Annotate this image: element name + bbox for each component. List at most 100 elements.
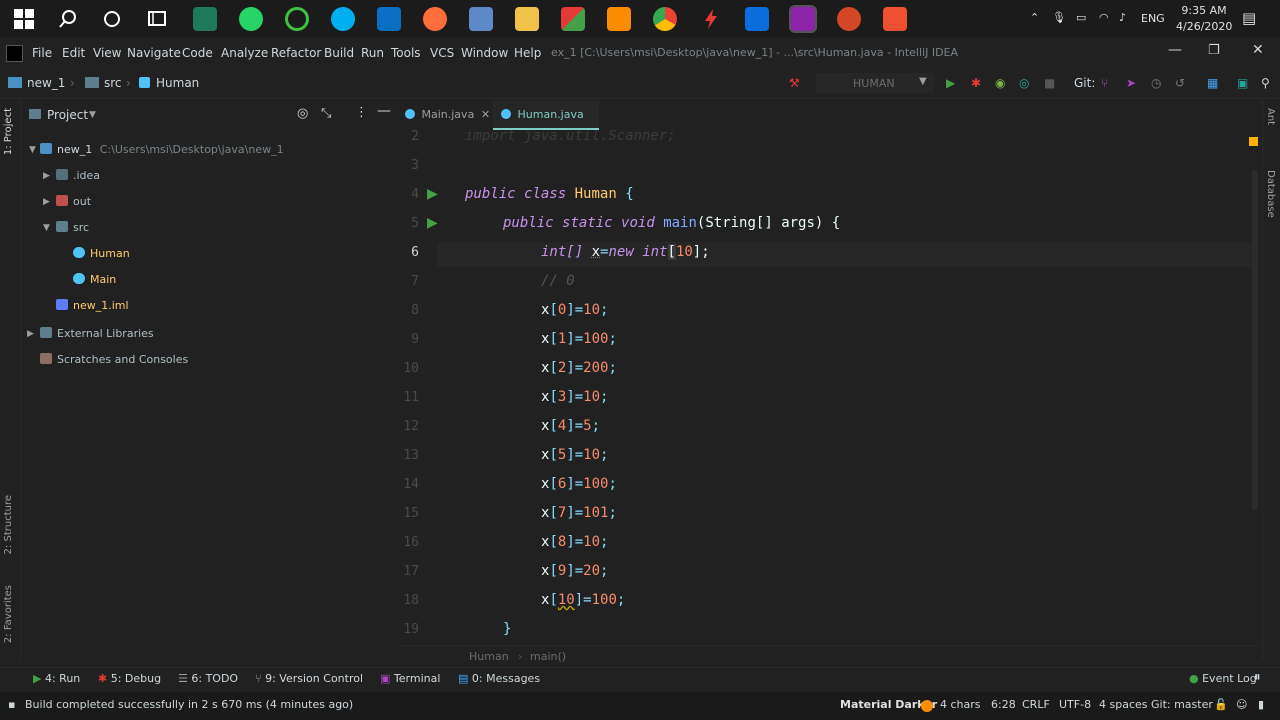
chrome-icon[interactable] (653, 7, 677, 31)
vcs-tool-button[interactable]: ⑂ 9: Version Control (255, 672, 363, 685)
menu-help[interactable]: Help (514, 46, 541, 60)
rollback-icon[interactable]: ↺ (1175, 76, 1185, 90)
microphone-icon[interactable]: 🎙 (1052, 11, 1066, 24)
menu-vcs[interactable]: VCS (430, 46, 454, 60)
task-view-icon[interactable] (145, 7, 169, 31)
tab-ant[interactable]: Ant (1265, 108, 1276, 125)
tree-item-scratches[interactable]: Scratches and Consoles (40, 353, 188, 373)
file-explorer-icon[interactable] (515, 7, 539, 31)
file-encoding[interactable]: UTF-8 (1059, 698, 1091, 711)
more-options-icon[interactable]: ⋮ (355, 105, 368, 120)
code-editor[interactable]: 2 3 4 5 6 7 8 9 10 11 12 13 14 15 16 17 … (397, 130, 1257, 645)
search-everywhere-icon[interactable]: ⚲ (1261, 76, 1270, 90)
menu-code[interactable]: Code (182, 46, 213, 60)
warning-indicator-icon[interactable] (1249, 137, 1258, 146)
app-ring-icon[interactable] (285, 7, 309, 31)
debug-tool-button[interactable]: ✱ 5: Debug (98, 672, 161, 685)
breadcrumb-class[interactable]: Human (469, 650, 509, 663)
tree-item-main[interactable]: Main (73, 273, 116, 293)
tree-item-external-libraries[interactable]: External Libraries (40, 327, 154, 347)
tab-structure[interactable]: 2: Structure (3, 495, 14, 554)
messages-tool-button[interactable]: ▤ 0: Messages (458, 672, 540, 685)
minimize-button[interactable]: — (1168, 42, 1182, 58)
collapse-arrow-icon[interactable]: ▶ (43, 197, 50, 207)
tree-item-out[interactable]: out (56, 195, 91, 215)
tree-root[interactable]: new_1 C:\Users\msi\Desktop\java\new_1 (40, 143, 284, 163)
cortana-icon[interactable] (100, 7, 124, 31)
hammer-icon[interactable]: ⚒ (789, 76, 800, 90)
menu-refactor[interactable]: Refactor (271, 46, 321, 60)
intellij-icon[interactable] (791, 7, 815, 31)
menu-tools[interactable]: Tools (391, 46, 421, 60)
crumb-src[interactable]: src (104, 76, 122, 90)
clock-time[interactable]: 9:35 AM (1178, 4, 1230, 17)
app-bolt-icon[interactable] (699, 7, 723, 31)
hide-panel-icon[interactable]: — (377, 103, 391, 119)
menu-navigate[interactable]: Navigate (127, 46, 181, 60)
run-icon[interactable]: ▶ (946, 76, 955, 90)
expand-arrow-icon[interactable]: ▼ (29, 145, 36, 155)
git-update-icon[interactable]: ⑂ (1101, 76, 1108, 90)
tab-favorites[interactable]: 2: Favorites (3, 585, 14, 643)
coverage-icon[interactable]: ◉ (995, 76, 1005, 90)
event-log-button[interactable]: ● Event Log (1189, 672, 1257, 685)
menu-edit[interactable]: Edit (62, 46, 85, 60)
menu-build[interactable]: Build (324, 46, 354, 60)
tab-main-java[interactable]: Main.java ✕ (405, 100, 491, 130)
editor-scrollbar[interactable] (1252, 170, 1258, 510)
tray-chevron-icon[interactable]: ⌃ (1030, 11, 1039, 24)
locate-icon[interactable]: ◎ (297, 106, 308, 121)
tree-item-human[interactable]: Human (73, 247, 130, 267)
sublime-icon[interactable] (883, 7, 907, 31)
todo-tool-button[interactable]: ☰ 6: TODO (178, 672, 238, 685)
restore-button[interactable]: ❐ (1208, 43, 1220, 58)
menu-run[interactable]: Run (361, 46, 384, 60)
app-e-icon[interactable] (193, 7, 217, 31)
menu-view[interactable]: View (93, 46, 121, 60)
run-gutter-icon[interactable]: ▶ (427, 215, 438, 231)
tab-human-java[interactable]: Human.java ✕ (493, 100, 599, 130)
notification-icon[interactable]: ▤ (1242, 9, 1256, 27)
close-tab-icon[interactable]: ✕ (481, 108, 490, 121)
office-icon[interactable] (561, 7, 585, 31)
vscode-icon[interactable] (377, 7, 401, 31)
status-message[interactable]: Build completed successfully in 2 s 670 … (25, 698, 353, 711)
profile-icon[interactable]: ◎ (1019, 76, 1029, 90)
menu-window[interactable]: Window (461, 46, 508, 60)
lock-icon[interactable]: 🔓 (1214, 698, 1228, 711)
history-icon[interactable]: ◷ (1151, 76, 1161, 90)
battery-icon[interactable]: ▭ (1076, 11, 1086, 24)
project-panel-title[interactable]: Project (47, 108, 88, 122)
indent-setting[interactable]: 4 spaces (1099, 698, 1148, 711)
volume-icon[interactable]: ♪ (1119, 11, 1126, 24)
tree-item-iml[interactable]: new_1.iml (56, 299, 129, 319)
run-config-select[interactable]: HUMAN ▼ (816, 73, 934, 93)
line-separator[interactable]: CRLF (1022, 698, 1050, 711)
caret-position[interactable]: 6:28 (991, 698, 1016, 711)
close-button[interactable]: ✕ (1252, 42, 1264, 58)
collapse-all-icon[interactable]: ⤡ (321, 106, 331, 121)
search-icon[interactable] (56, 7, 80, 31)
virtualbox-icon[interactable] (469, 7, 493, 31)
terminal-tool-button[interactable]: ▣ Terminal (380, 672, 440, 685)
terminal-icon[interactable]: ▣ (1237, 76, 1248, 90)
project-structure-icon[interactable]: ▦ (1207, 76, 1218, 90)
git-push-icon[interactable]: ➤ (1126, 76, 1136, 90)
layout-toggle-icon[interactable]: ⏸ (1254, 670, 1261, 685)
tab-database[interactable]: Database (1265, 170, 1276, 218)
crumb-class[interactable]: Human (156, 76, 199, 90)
chevron-down-icon[interactable]: ▼ (89, 110, 96, 120)
menu-file[interactable]: File (32, 46, 52, 60)
memory-icon[interactable]: ▮ (1258, 698, 1264, 711)
app-orange-icon[interactable] (423, 7, 447, 31)
breadcrumb-method[interactable]: main() (530, 650, 566, 663)
skype-icon[interactable] (331, 7, 355, 31)
language-indicator[interactable]: ENG (1141, 12, 1165, 25)
windows-start-icon[interactable] (12, 7, 36, 31)
menu-analyze[interactable]: Analyze (221, 46, 268, 60)
run-gutter-icon[interactable]: ▶ (427, 186, 438, 202)
clock-date[interactable]: 4/26/2020 (1176, 20, 1232, 33)
crumb-project[interactable]: new_1 (27, 76, 65, 90)
debug-icon[interactable]: ✱ (971, 76, 981, 90)
tree-item-idea[interactable]: .idea (56, 169, 100, 189)
